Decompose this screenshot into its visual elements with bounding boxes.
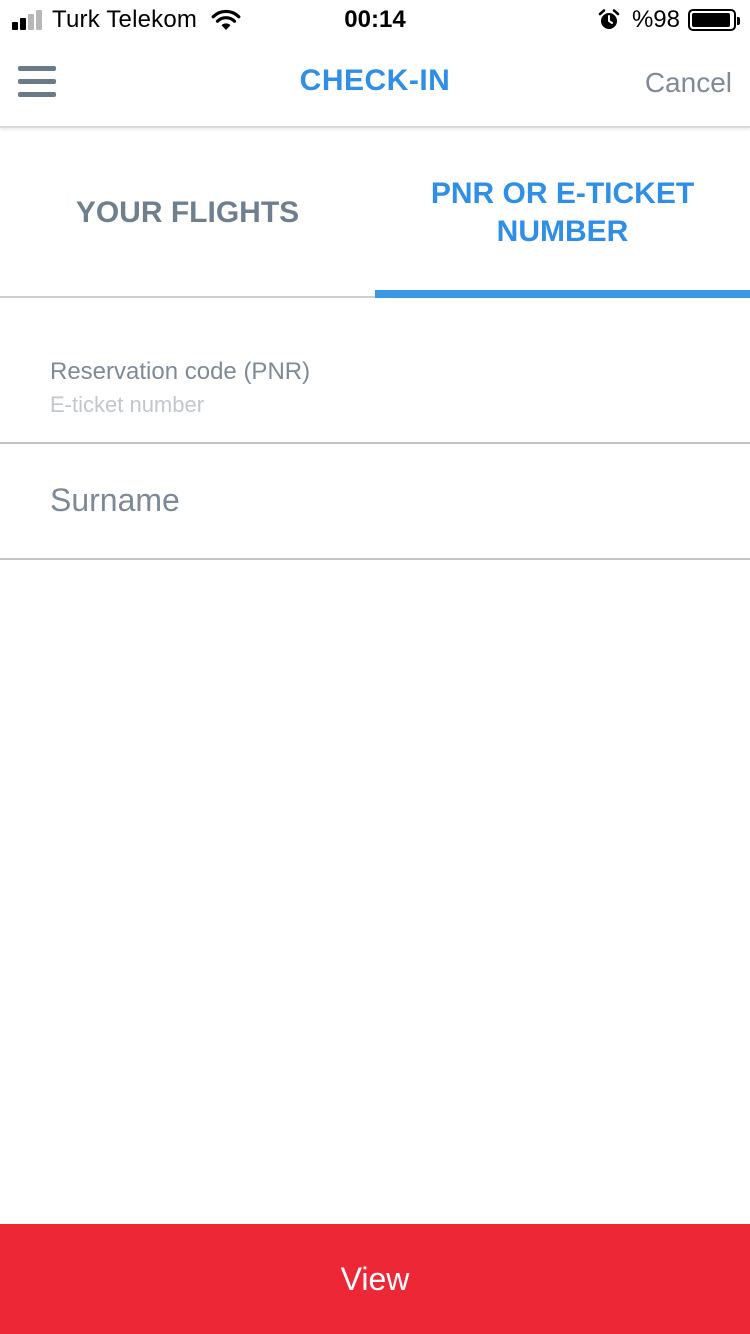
- status-bar: Turk Telekom 00:14 %98: [0, 0, 750, 40]
- alarm-icon: [598, 9, 620, 29]
- surname-field-placeholder: Surname: [50, 482, 180, 518]
- pnr-field-placeholder: E-ticket number: [50, 392, 205, 417]
- cancel-button[interactable]: Cancel: [645, 67, 732, 99]
- active-tab-indicator: [375, 290, 750, 298]
- tab-bar: YOUR FLIGHTS PNR OR E-TICKET NUMBER: [0, 130, 750, 298]
- pnr-field-label: Reservation code (PNR): [50, 358, 311, 385]
- status-right: %98: [598, 6, 740, 34]
- surname-field[interactable]: Surname: [0, 444, 750, 560]
- view-button[interactable]: View: [0, 1224, 750, 1334]
- pnr-field[interactable]: Reservation code (PNR) E-ticket number: [0, 300, 750, 444]
- nav-bar: CHECK-IN Cancel: [0, 40, 750, 128]
- battery-icon: [688, 9, 740, 31]
- check-in-screen: Turk Telekom 00:14 %98 CHECK-IN Cancel Y…: [0, 0, 750, 1334]
- tab-your-flights[interactable]: YOUR FLIGHTS: [0, 130, 375, 296]
- battery-percent: %98: [631, 6, 680, 33]
- tab-pnr-or-eticket[interactable]: PNR OR E-TICKET NUMBER: [375, 130, 750, 298]
- page-title: CHECK-IN: [299, 64, 451, 97]
- tab-label: PNR OR E-TICKET NUMBER: [430, 177, 695, 248]
- tab-label: YOUR FLIGHTS: [75, 196, 300, 229]
